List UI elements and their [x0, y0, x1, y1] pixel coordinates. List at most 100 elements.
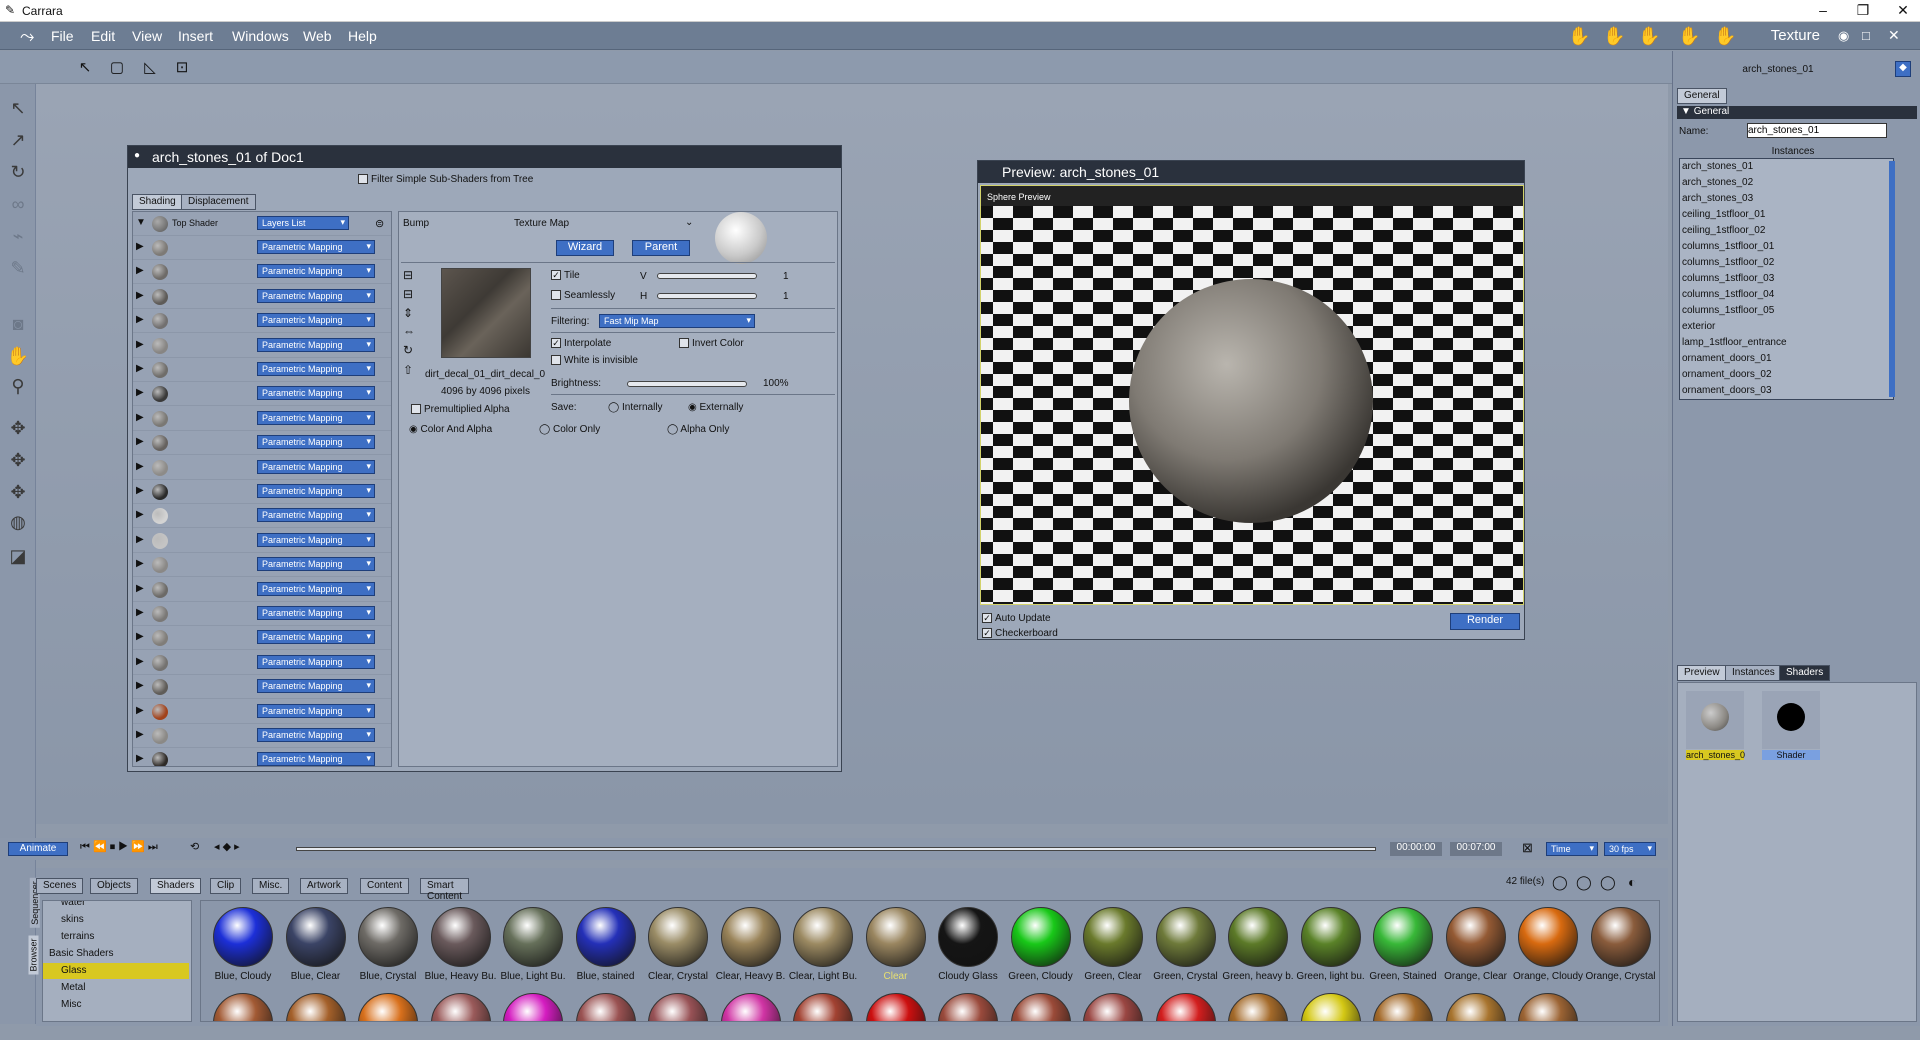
- color-and-alpha-radio[interactable]: ◉ Color And Alpha: [409, 424, 492, 435]
- panel-pin-icon[interactable]: ◆: [1895, 61, 1911, 77]
- shader-tree[interactable]: ▼ Top Shader Layers List ⊜ ▶ Parametric M…: [132, 211, 392, 767]
- browser-tree-item[interactable]: skins: [61, 912, 191, 928]
- instance-item[interactable]: columns_1stfloor_01: [1680, 239, 1893, 255]
- instance-item[interactable]: exterior: [1680, 319, 1893, 335]
- mapping-select[interactable]: Parametric Mapping: [257, 752, 375, 766]
- shader-swatch[interactable]: [1445, 907, 1506, 967]
- instance-item[interactable]: ornament_doors_02: [1680, 367, 1893, 383]
- keyframe-nav-icon[interactable]: ◂ ◆ ▸: [214, 840, 240, 853]
- expand-arrow-icon[interactable]: ▶: [136, 729, 144, 740]
- zoom-icon[interactable]: ⚲: [6, 374, 30, 398]
- mapping-select[interactable]: Parametric Mapping: [257, 386, 375, 401]
- shader-layer-row[interactable]: ▶ Parametric Mapping: [133, 334, 391, 358]
- mapping-select[interactable]: Parametric Mapping: [257, 459, 375, 474]
- save-file-icon[interactable]: ⊟: [403, 287, 413, 301]
- browser-tree-item[interactable]: Glass: [43, 963, 189, 979]
- move-tool-icon[interactable]: ↗: [6, 128, 30, 152]
- close-room-icon[interactable]: ✕: [1888, 27, 1900, 44]
- browser-tab-artwork[interactable]: Artwork: [300, 878, 348, 894]
- room-storyboard-icon[interactable]: ✋: [1638, 26, 1660, 47]
- instances-scrollbar[interactable]: [1889, 161, 1895, 397]
- shader-thumb-0[interactable]: [1686, 691, 1744, 749]
- shader-swatches[interactable]: Blue, Cloudy Blue, Clear Blue, Crystal Blue…: [200, 900, 1660, 1022]
- name-field[interactable]: [1747, 123, 1887, 138]
- mapping-select[interactable]: Parametric Mapping: [257, 337, 375, 352]
- shader-layer-row[interactable]: ▶ Parametric Mapping: [133, 358, 391, 382]
- alpha-only-radio[interactable]: ◯ Alpha Only: [667, 424, 729, 435]
- mapping-select[interactable]: Parametric Mapping: [257, 606, 375, 620]
- expand-arrow-icon[interactable]: ▶: [136, 387, 144, 398]
- upload-icon[interactable]: ⇧: [403, 363, 413, 377]
- select-arrow-icon[interactable]: ↖: [74, 57, 96, 79]
- shader-layer-row[interactable]: ▶ Parametric Mapping: [133, 626, 391, 651]
- instances-list[interactable]: arch_stones_01 arch_stones_02 arch_stones_…: [1679, 158, 1894, 400]
- expand-arrow-icon[interactable]: ▶: [136, 290, 144, 301]
- browser-tree-item[interactable]: Metal: [61, 980, 191, 996]
- expand-arrow-icon[interactable]: ▶: [136, 485, 144, 496]
- instance-item[interactable]: columns_1stfloor_05: [1680, 303, 1893, 319]
- menu-help[interactable]: Help: [348, 28, 377, 44]
- parent-button[interactable]: Parent: [632, 240, 690, 256]
- view-medium-icon[interactable]: ◯: [1576, 874, 1592, 891]
- expand-arrow-icon[interactable]: ▶: [136, 656, 144, 667]
- shader-thumb-1[interactable]: [1762, 691, 1820, 749]
- rotate-image-icon[interactable]: ↻: [403, 343, 413, 357]
- shader-swatch[interactable]: [285, 907, 346, 967]
- premultiplied-alpha-checkbox[interactable]: Premultiplied Alpha: [411, 404, 510, 415]
- tile-checkbox[interactable]: ✓ Tile: [551, 270, 580, 281]
- channel-menu-icon[interactable]: ⌄: [685, 217, 693, 228]
- shader-swatch[interactable]: [430, 907, 491, 967]
- shader-window-header[interactable]: ● arch_stones_01 of Doc1: [128, 146, 841, 168]
- color-only-radio[interactable]: ◯ Color Only: [539, 424, 600, 435]
- browser-tab-shaders[interactable]: Shaders: [150, 878, 202, 894]
- shader-swatch[interactable]: [1083, 907, 1143, 967]
- browser-options-icon[interactable]: ◐: [1628, 874, 1636, 890]
- select-face-icon[interactable]: ▢: [106, 57, 128, 79]
- tab-shading[interactable]: Shading: [132, 194, 183, 210]
- tile-v-slider[interactable]: [657, 273, 757, 279]
- loop-icon[interactable]: ⟲: [190, 840, 199, 853]
- mapping-select[interactable]: Parametric Mapping: [257, 581, 375, 596]
- view-small-icon[interactable]: ◯: [1600, 874, 1616, 891]
- shader-swatch[interactable]: [1300, 993, 1361, 1021]
- tab-shaders[interactable]: Shaders: [1779, 665, 1831, 681]
- expand-arrow-icon[interactable]: ▶: [136, 436, 144, 447]
- menu-insert[interactable]: Insert: [178, 28, 213, 44]
- shader-swatch[interactable]: [865, 907, 926, 967]
- mapping-select[interactable]: Parametric Mapping: [257, 728, 375, 742]
- room-texture-icon[interactable]: ✋: [1678, 26, 1700, 47]
- expand-arrow-icon[interactable]: ▶: [136, 705, 144, 716]
- expand-arrow-icon[interactable]: ▶: [136, 265, 144, 276]
- shader-layer-row[interactable]: ▶ Parametric Mapping: [133, 748, 391, 766]
- expand-arrow-icon[interactable]: ▶: [136, 339, 144, 350]
- view-large-icon[interactable]: ◯: [1552, 874, 1568, 891]
- mapping-select[interactable]: Parametric Mapping: [257, 532, 375, 547]
- instance-item[interactable]: ceiling_1stfloor_02: [1680, 223, 1893, 239]
- browser-tree-item[interactable]: Misc: [61, 997, 191, 1013]
- expand-arrow-icon[interactable]: ▶: [136, 461, 144, 472]
- interpolate-checkbox[interactable]: ✓ Interpolate: [551, 338, 611, 349]
- shader-swatch[interactable]: [1373, 907, 1433, 967]
- shader-swatch[interactable]: [720, 993, 781, 1021]
- delete-layer-icon[interactable]: ⊜: [375, 217, 384, 230]
- window-close-dot-icon[interactable]: ●: [134, 150, 140, 161]
- expand-arrow-icon[interactable]: ▶: [136, 534, 144, 545]
- flip-vertical-icon[interactable]: ⇕: [403, 306, 413, 320]
- open-file-icon[interactable]: ⊟: [403, 268, 413, 282]
- timeline-close-icon[interactable]: ⊠: [1522, 840, 1533, 856]
- mapping-select[interactable]: Parametric Mapping: [257, 264, 375, 279]
- shader-layer-row[interactable]: ▶ Parametric Mapping: [133, 724, 391, 748]
- shader-layer-row[interactable]: ▶ Parametric Mapping: [133, 675, 391, 700]
- mapping-select[interactable]: Parametric Mapping: [257, 240, 375, 254]
- menu-view[interactable]: View: [132, 28, 162, 44]
- browser-tab-misc-[interactable]: Misc.: [252, 878, 290, 894]
- mapping-select[interactable]: Parametric Mapping: [257, 484, 375, 498]
- expand-arrow-icon[interactable]: ▼: [136, 217, 146, 228]
- expand-arrow-icon[interactable]: ▶: [136, 607, 144, 618]
- tile-h-slider[interactable]: [657, 293, 757, 299]
- camera-tool-icon[interactable]: ◙: [6, 312, 30, 336]
- mapping-select[interactable]: Parametric Mapping: [257, 508, 375, 523]
- expand-arrow-icon[interactable]: ▶: [136, 314, 144, 325]
- expand-arrow-icon[interactable]: ▶: [136, 363, 144, 374]
- expand-arrow-icon[interactable]: ▶: [136, 241, 144, 252]
